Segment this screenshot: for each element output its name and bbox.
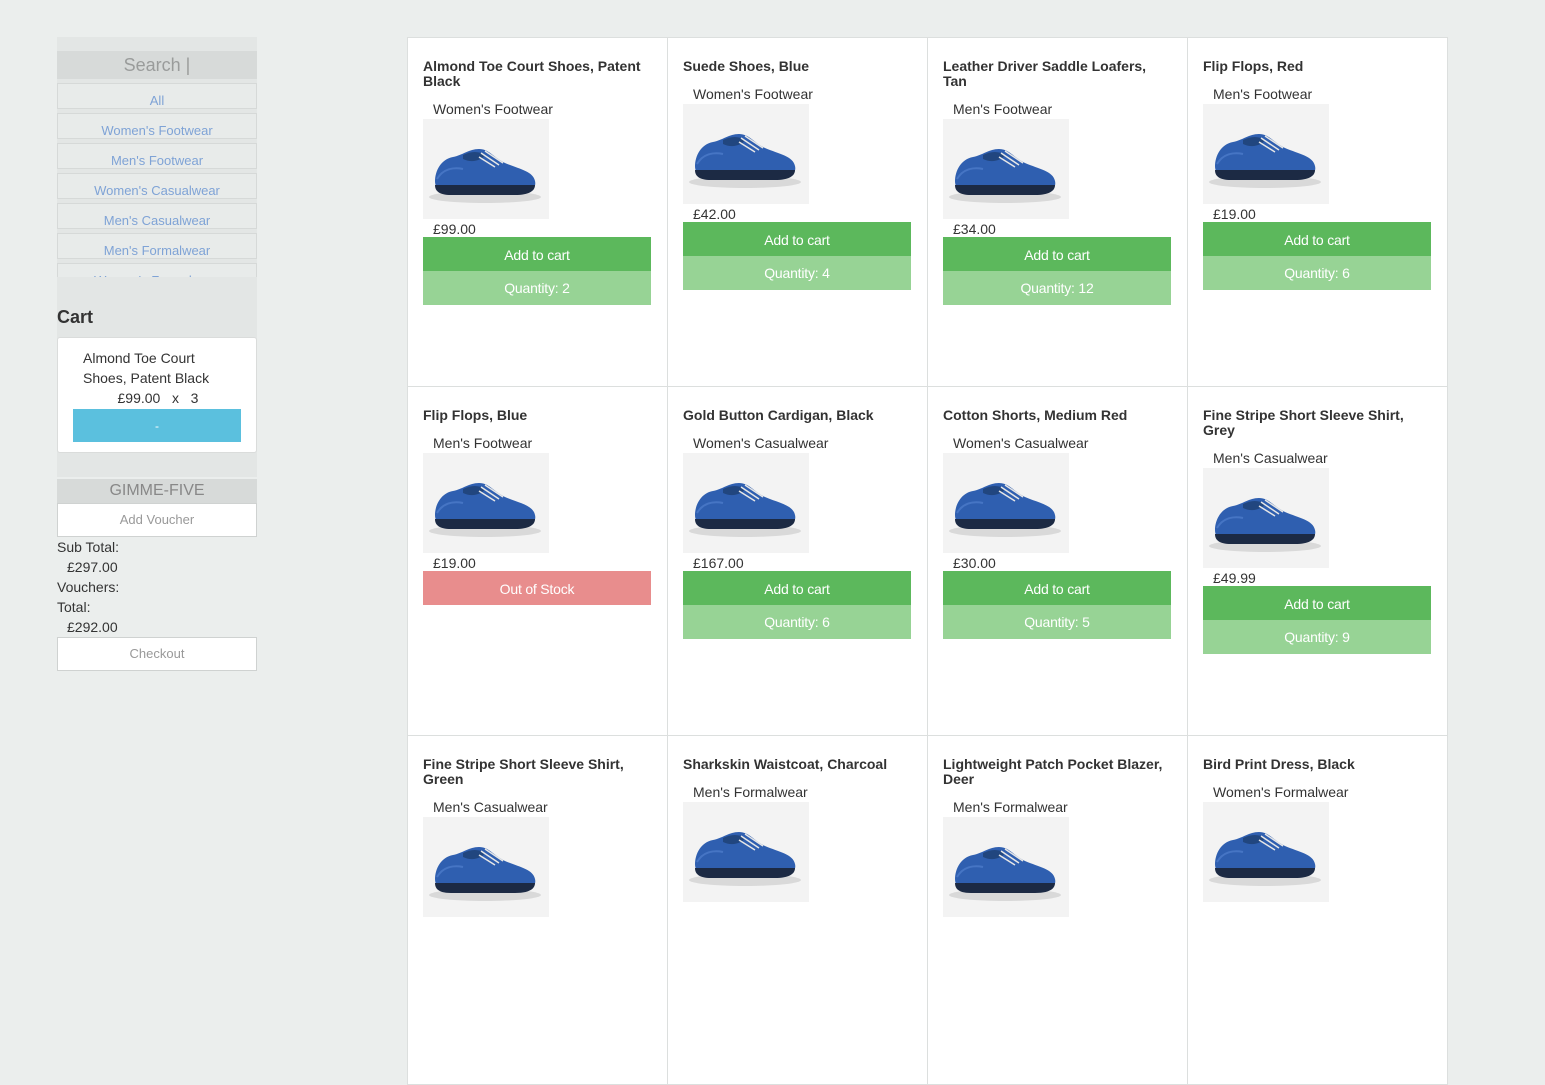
product-grid: Almond Toe Court Shoes, Patent Black Wome… [407,37,1448,1085]
quantity-indicator: Quantity: 12 [943,271,1171,305]
out-of-stock-button: Out of Stock [423,571,651,605]
cart-item-name: Almond Toe Court Shoes, Patent Black [83,350,210,386]
product-price: £99.00 [433,221,476,237]
vouchers-label: Vouchers: [57,579,120,595]
product-category: Men's Casualwear [433,799,548,815]
product-card: Sharkskin Waistcoat, Charcoal Men's Forma… [667,735,928,1085]
product-card: Suede Shoes, Blue Women's Footwear £42.00… [667,37,928,387]
product-category: Women's Casualwear [693,435,829,451]
search-input[interactable] [57,37,257,79]
category-item-mens-casualwear[interactable]: Men's Casualwear [57,203,257,229]
product-category: Men's Footwear [1213,86,1313,102]
subtotal-label: Sub Total: [57,539,120,555]
product-category: Men's Formalwear [953,799,1068,815]
cart-item: Almond Toe Court Shoes, Patent Black £99… [57,337,257,453]
product-card: Fine Stripe Short Sleeve Shirt, Grey Men'… [1187,386,1448,736]
product-price: £34.00 [953,221,996,237]
product-price: £19.00 [1213,206,1256,222]
voucher-code-input[interactable]: GIMME-FIVE [57,479,257,503]
product-category: Men's Footwear [433,435,533,451]
quantity-indicator: Quantity: 9 [1203,620,1431,654]
product-image [683,104,809,204]
product-price: £49.99 [1213,570,1256,586]
product-image [683,453,809,553]
product-image [1203,802,1329,902]
add-to-cart-button[interactable]: Add to cart [683,571,911,605]
product-name: Bird Print Dress, Black [1203,756,1355,772]
product-image [423,453,549,553]
product-image [943,817,1069,917]
cart-item-price-quantity: £99.00 x 3 [117,390,199,406]
product-category: Women's Footwear [693,86,813,102]
product-name: Fine Stripe Short Sleeve Shirt, Grey [1203,407,1404,438]
product-card: Lightweight Patch Pocket Blazer, Deer Men… [927,735,1188,1085]
product-card: Bird Print Dress, Black Women's Formalwea… [1187,735,1448,1085]
category-item-mens-formalwear[interactable]: Men's Formalwear [57,233,257,259]
category-item-mens-footwear[interactable]: Men's Footwear [57,143,257,169]
product-image [1203,104,1329,204]
total-label: Total: [57,599,91,615]
product-card: Flip Flops, Blue Men's Footwear £19.00 Out… [407,386,668,736]
product-name: Flip Flops, Red [1203,58,1304,74]
product-image [423,119,549,219]
quantity-indicator: Quantity: 2 [423,271,651,305]
product-price: £30.00 [953,555,996,571]
category-panel: All Women's Footwear Men's Footwear Wome… [57,37,257,289]
category-item-all[interactable]: All [57,83,257,109]
quantity-indicator: Quantity: 6 [1203,256,1431,290]
add-to-cart-button[interactable]: Add to cart [943,237,1171,271]
remove-from-cart-button[interactable]: - [73,409,241,442]
product-card: Gold Button Cardigan, Black Women's Casua… [667,386,928,736]
product-category: Men's Formalwear [693,784,808,800]
product-image [423,817,549,917]
product-name: Sharkskin Waistcoat, Charcoal [683,756,888,772]
product-price: £42.00 [693,206,736,222]
product-image [683,802,809,902]
product-price: £19.00 [433,555,476,571]
add-to-cart-button[interactable]: Add to cart [423,237,651,271]
checkout-button[interactable]: Checkout [57,637,257,671]
product-name: Cotton Shorts, Medium Red [943,407,1128,423]
product-price: £167.00 [693,555,744,571]
cart-title: Cart [57,307,94,327]
sidebar: All Women's Footwear Men's Footwear Wome… [57,37,257,671]
add-to-cart-button[interactable]: Add to cart [1203,586,1431,620]
product-card: Almond Toe Court Shoes, Patent Black Wome… [407,37,668,387]
product-name: Almond Toe Court Shoes, Patent Black [423,58,641,89]
product-card: Flip Flops, Red Men's Footwear £19.00 Add … [1187,37,1448,387]
product-name: Fine Stripe Short Sleeve Shirt, Green [423,756,624,787]
product-category: Men's Footwear [953,101,1053,117]
product-category: Men's Casualwear [1213,450,1328,466]
add-to-cart-button[interactable]: Add to cart [1203,222,1431,256]
product-name: Lightweight Patch Pocket Blazer, Deer [943,756,1163,787]
category-list: All Women's Footwear Men's Footwear Wome… [57,79,257,289]
product-image [943,119,1069,219]
add-to-cart-button[interactable]: Add to cart [683,222,911,256]
product-image [1203,468,1329,568]
quantity-indicator: Quantity: 5 [943,605,1171,639]
quantity-indicator: Quantity: 4 [683,256,911,290]
product-name: Suede Shoes, Blue [683,58,810,74]
total-value: £292.00 [67,619,118,635]
product-card: Cotton Shorts, Medium Red Women's Casualw… [927,386,1188,736]
category-item-womens-footwear[interactable]: Women's Footwear [57,113,257,139]
product-category: Women's Formalwear [1213,784,1349,800]
product-category: Women's Casualwear [953,435,1089,451]
product-card: Leather Driver Saddle Loafers, Tan Men's … [927,37,1188,387]
product-category: Women's Footwear [433,101,553,117]
add-voucher-button[interactable]: Add Voucher [57,503,257,537]
add-to-cart-button[interactable]: Add to cart [943,571,1171,605]
quantity-indicator: Quantity: 6 [683,605,911,639]
product-image [943,453,1069,553]
subtotal-value: £297.00 [67,559,118,575]
product-name: Gold Button Cardigan, Black [683,407,874,423]
product-name: Leather Driver Saddle Loafers, Tan [943,58,1147,89]
product-card: Fine Stripe Short Sleeve Shirt, Green Men… [407,735,668,1085]
product-name: Flip Flops, Blue [423,407,528,423]
category-item-womens-casualwear[interactable]: Women's Casualwear [57,173,257,199]
